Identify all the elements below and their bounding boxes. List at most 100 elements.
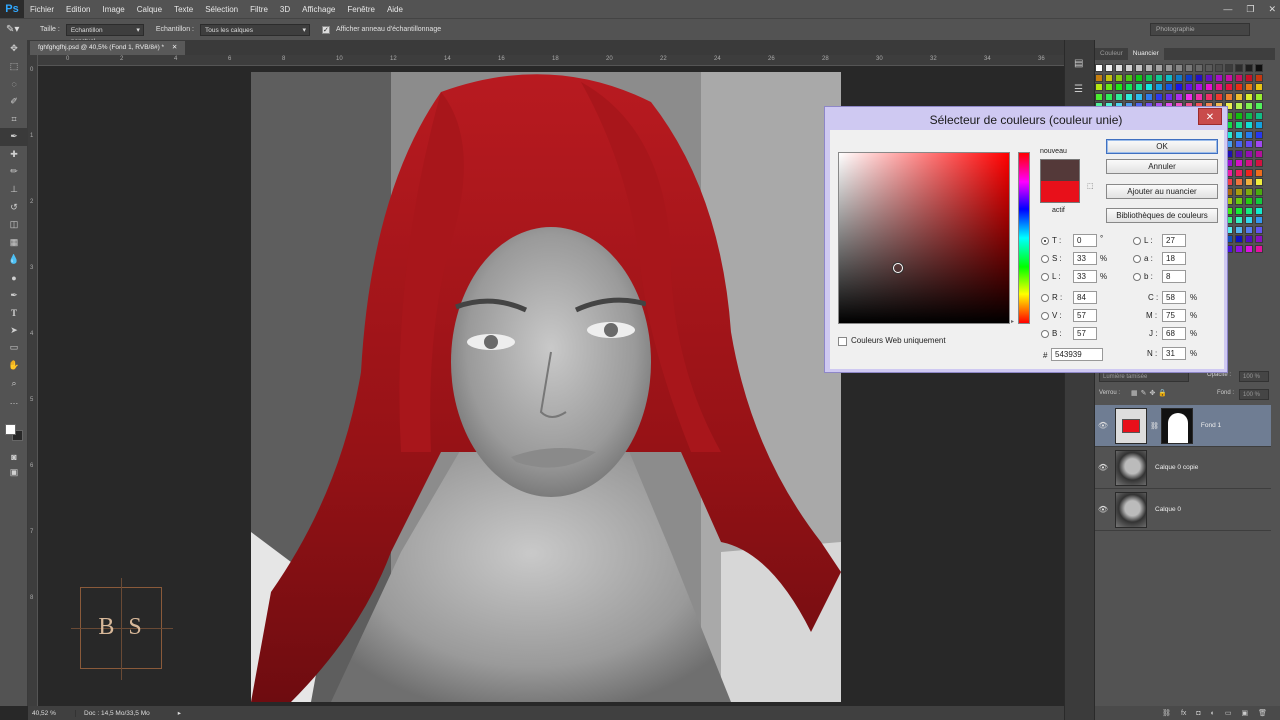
swatch[interactable] [1115,73,1123,82]
cyan-input[interactable]: 58 [1162,291,1186,304]
swatch[interactable] [1155,83,1163,91]
swatch[interactable] [1195,83,1203,91]
close-tab-icon[interactable]: ✕ [172,44,177,51]
swatch[interactable] [1235,187,1243,196]
swatch[interactable] [1235,216,1243,224]
swatch[interactable] [1235,235,1243,243]
menu-3d[interactable]: 3D [274,5,296,14]
swatch[interactable] [1235,73,1243,82]
swatch[interactable] [1245,168,1253,177]
radio-lab-b[interactable] [1133,273,1141,281]
fill-field[interactable]: 100 % [1239,389,1269,400]
swatch[interactable] [1245,149,1253,158]
hex-input[interactable]: 543939 [1051,348,1103,361]
eyedropper-tool-icon[interactable]: ✎▾ [6,24,34,35]
zoom-level[interactable]: 40,52 % [28,709,76,717]
swatch[interactable] [1255,92,1263,101]
swatch[interactable] [1115,83,1123,91]
hue-slider[interactable] [1018,152,1030,324]
web-only-checkbox[interactable] [838,337,847,346]
swatch[interactable] [1235,92,1243,101]
swatch[interactable] [1245,102,1253,110]
marquee-tool-icon[interactable]: ⬚ [0,58,28,76]
extra-tools-icon[interactable]: … [0,392,28,410]
swatch[interactable] [1175,83,1183,91]
swatch[interactable] [1195,92,1203,101]
swatch[interactable] [1235,168,1243,177]
new-layer-icon[interactable]: ▣ [1241,709,1248,717]
swatch[interactable] [1255,235,1263,243]
swatch[interactable] [1235,197,1243,205]
swatch[interactable] [1125,64,1133,72]
swatch[interactable] [1255,73,1263,82]
swatch[interactable] [1255,111,1263,120]
new-group-icon[interactable]: ▭ [1225,709,1232,717]
swatch[interactable] [1235,64,1243,72]
swatch[interactable] [1185,64,1193,72]
layer-mask-thumb[interactable] [1160,407,1193,444]
swatch[interactable] [1235,111,1243,120]
workspace-select[interactable]: Photographie [1150,23,1250,36]
crop-tool-icon[interactable]: ⌗ [0,110,28,128]
cancel-button[interactable]: Annuler [1106,159,1218,174]
swatch[interactable] [1245,130,1253,139]
visibility-eye-icon[interactable]: 👁 [1095,505,1111,514]
swatch[interactable] [1105,64,1113,72]
swatch[interactable] [1235,244,1243,253]
radio-lab-l[interactable] [1133,237,1141,245]
swatch[interactable] [1245,197,1253,205]
swatch[interactable] [1245,159,1253,167]
swatch[interactable] [1235,225,1243,234]
swatch[interactable] [1245,83,1253,91]
swatch[interactable] [1245,206,1253,215]
minimize-icon[interactable]: — [1223,4,1232,14]
swatch[interactable] [1095,92,1103,101]
add-mask-icon[interactable]: ◘ [1196,710,1200,717]
lab-a-input[interactable]: 18 [1162,252,1186,265]
swatch[interactable] [1135,64,1143,72]
swatch[interactable] [1255,197,1263,205]
visibility-eye-icon[interactable]: 👁 [1095,463,1111,472]
menu-selection[interactable]: Sélection [199,5,244,14]
adjustment-layer-icon[interactable]: ◐ [1211,710,1215,717]
saturation-brightness-field[interactable] [838,152,1010,324]
swatch[interactable] [1155,92,1163,101]
radio-red[interactable] [1041,294,1049,302]
swatch[interactable] [1195,73,1203,82]
radio-lab-a[interactable] [1133,255,1141,263]
swatch[interactable] [1235,102,1243,110]
swatch[interactable] [1255,168,1263,177]
swatch[interactable] [1205,92,1213,101]
path-select-icon[interactable]: ➤ [0,322,28,340]
saturation-input[interactable]: 33 [1073,252,1097,265]
shape-tool-icon[interactable]: ▭ [0,339,28,357]
swatch[interactable] [1255,130,1263,139]
swatch[interactable] [1135,83,1143,91]
size-select[interactable]: Echantillon ponctuel [65,23,144,45]
move-tool-icon[interactable]: ✥ [0,40,28,58]
visibility-eye-icon[interactable]: 👁 [1095,421,1111,430]
layer-row-fond1[interactable]: 👁 ⛓ Fond 1 [1095,405,1271,447]
eraser-tool-icon[interactable]: ◫ [0,216,28,234]
swatch[interactable] [1255,244,1263,253]
swatch[interactable] [1155,64,1163,72]
tab-nuancier[interactable]: Nuancier [1127,48,1164,60]
swatch[interactable] [1185,73,1193,82]
gamut-warning-icon[interactable]: ⬚ [1087,182,1094,190]
menu-filtre[interactable]: Filtre [244,5,274,14]
quick-mask-icon[interactable]: ◙ [0,448,28,466]
radio-saturation[interactable] [1041,255,1049,263]
swatch[interactable] [1245,92,1253,101]
swatch[interactable] [1135,92,1143,101]
screen-mode-icon[interactable]: ▣ [0,464,28,482]
close-dialog-button[interactable]: ✕ [1198,108,1222,125]
menu-fenetre[interactable]: Fenêtre [341,5,381,14]
swatch[interactable] [1255,225,1263,234]
swatch[interactable] [1235,83,1243,91]
layer-row-calque0-copie[interactable]: 👁 Calque 0 copie [1095,447,1271,489]
swatch[interactable] [1155,73,1163,82]
radio-green[interactable] [1041,312,1049,320]
swatch[interactable] [1135,73,1143,82]
opacity-field[interactable]: 100 % [1239,371,1269,382]
swatch[interactable] [1255,178,1263,186]
